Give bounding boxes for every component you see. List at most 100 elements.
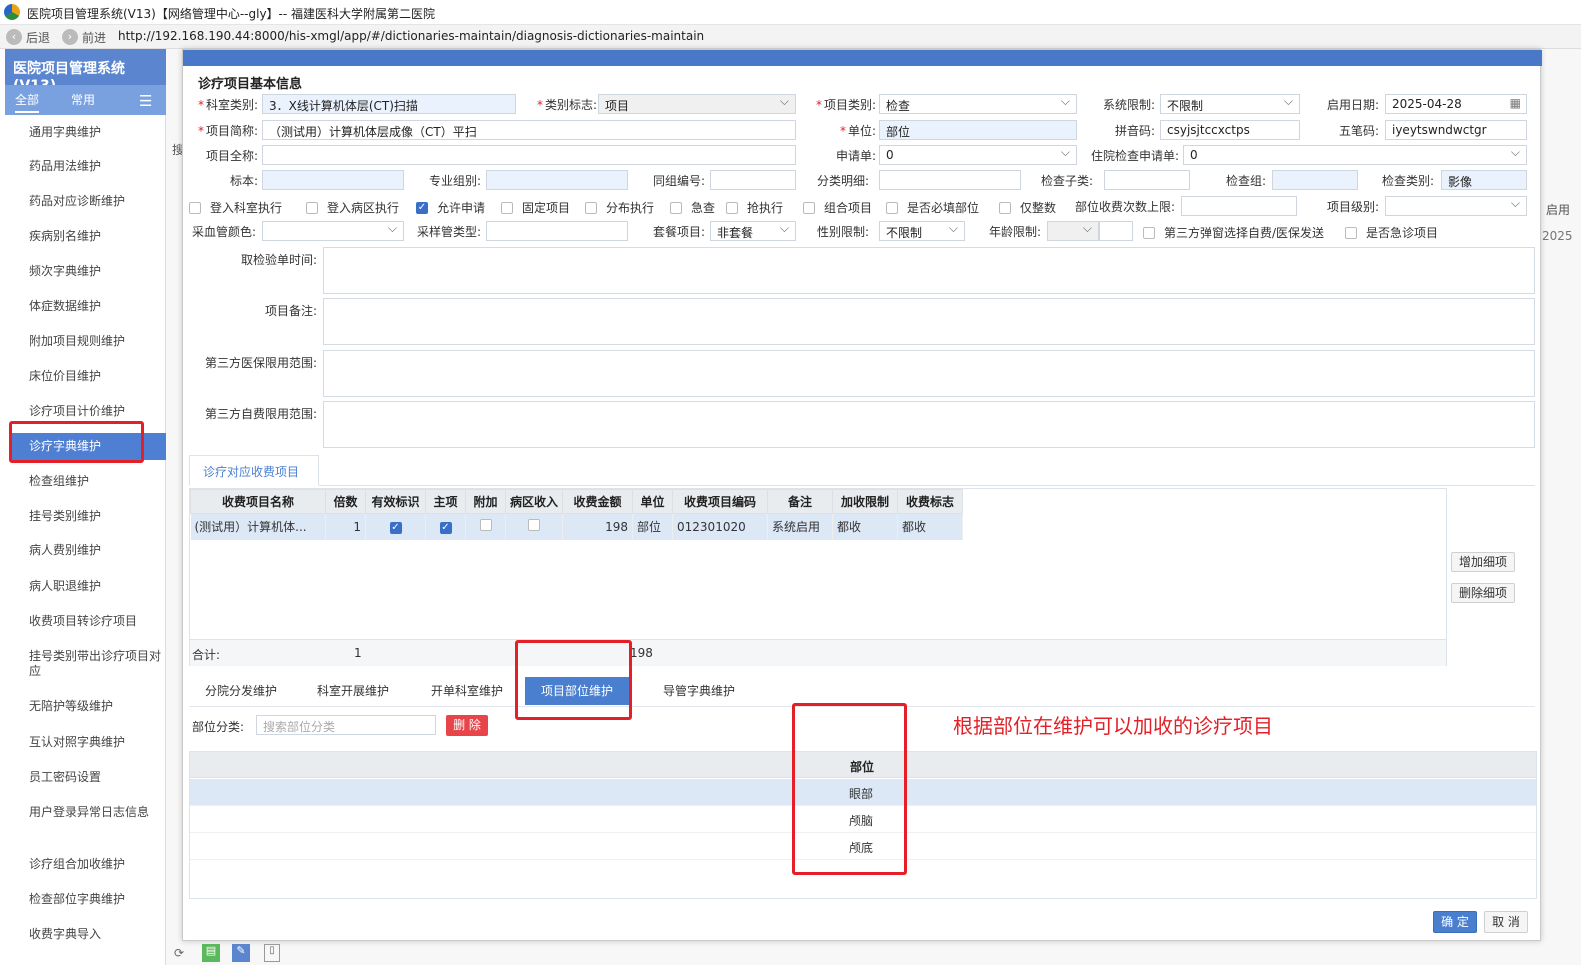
forward-button[interactable]: › 前进 [62,28,106,46]
full-name-input[interactable] [262,145,796,165]
checkbox-icon[interactable] [479,519,492,532]
sidebar-item[interactable]: 检查部位字典维护 [5,886,166,913]
sidebar-item[interactable]: 药品用法维护 [5,153,166,180]
gender-limit-select[interactable]: 不限制 [879,221,965,241]
option-checkbox[interactable]: 是否必填部位 [886,199,979,216]
cancel-button[interactable]: 取 消 [1484,911,1528,933]
site-delete-button[interactable]: 删 除 [446,715,488,736]
sidebar-item[interactable]: 挂号类别维护 [5,503,166,530]
short-name-input[interactable]: （测试用）计算机体层成像（CT）平扫 [262,120,796,140]
sub-tab[interactable]: 开单科室维护 [415,677,519,705]
checkbox-icon[interactable]: ✓ [439,522,452,535]
sidebar-tab-frequent[interactable]: 常用 [71,91,95,108]
class-detail-input[interactable] [879,170,1021,190]
sidebar-item[interactable]: 员工密码设置 [5,764,166,791]
edit-icon[interactable]: ✎ [232,944,250,962]
sub-tab[interactable]: 科室开展维护 [301,677,405,705]
fee-column-header[interactable]: 收费项目名称 [190,489,326,514]
option-checkbox[interactable]: 固定项目 [501,199,570,216]
fee-table-row[interactable]: (测试用）计算机体... 1 ✓ ✓ 198 部位 012301020 系统启用 都收 都收 [190,513,964,540]
sample-tube-type-input[interactable] [486,221,628,241]
site-fee-limit-input[interactable] [1181,196,1297,216]
url-field[interactable]: http://192.168.190.44:8000/his-xmgl/app/… [118,29,704,43]
selfpay-scope-textarea[interactable] [323,401,1535,448]
check-group-input[interactable] [1272,170,1358,190]
sidebar-item[interactable]: 药品对应诊断维护 [5,188,166,215]
refresh-icon[interactable]: ⟳ [174,946,184,960]
unit-input[interactable]: 部位 [879,120,1077,140]
fee-column-header[interactable]: 附加 [465,489,506,514]
option-checkbox[interactable]: 抢执行 [726,199,783,216]
same-group-no-input[interactable] [710,170,796,190]
fee-column-header[interactable]: 主项 [425,489,466,514]
sidebar-item[interactable]: 检查组维护 [5,468,166,495]
sidebar-item[interactable]: 收费项目转诊疗项目 [5,608,166,635]
checkbox-icon[interactable]: ✓ [389,522,402,535]
confirm-button[interactable]: 确 定 [1433,911,1477,933]
sidebar-item[interactable]: 体症数据维护 [5,293,166,320]
option-checkbox[interactable]: 组合项目 [803,199,872,216]
remark-textarea[interactable] [323,298,1535,345]
pinyin-input[interactable]: csyjsjtccxctps [1160,120,1300,140]
tube-color-select[interactable] [262,221,404,241]
fee-column-header[interactable]: 有效标识 [365,489,426,514]
pickup-time-textarea[interactable] [323,247,1535,294]
specimen-input[interactable] [262,170,404,190]
fee-column-header[interactable]: 收费金额 [562,489,634,514]
sidebar-item[interactable]: 无陪护等级维护 [5,693,166,720]
sidebar-item[interactable]: 通用字典维护 [5,119,166,146]
category-flag-select[interactable]: 项目 [598,94,796,114]
fee-column-header[interactable]: 倍数 [325,489,366,514]
age-limit-input[interactable] [1099,221,1133,241]
back-button[interactable]: ‹ 后退 [6,28,50,46]
calendar-icon[interactable]: ▦ [1510,96,1521,110]
option-checkbox[interactable]: 仅整数 [999,199,1056,216]
option-checkbox[interactable]: 分布执行 [585,199,654,216]
fee-column-header[interactable]: 收费项目编码 [672,489,769,514]
fee-column-header[interactable]: 病区收入 [504,489,564,514]
option-checkbox[interactable]: 登入病区执行 [306,199,399,216]
option-checkbox[interactable]: ✓ 允许申请 [416,199,485,216]
sidebar-item[interactable]: 疾病别名维护 [5,223,166,250]
sidebar-item[interactable]: 诊疗组合加收维护 [5,851,166,878]
option-checkbox[interactable]: 急查 [670,199,715,216]
sidebar-item[interactable]: 互认对照字典维护 [5,729,166,756]
site-filter-input[interactable]: 搜索部位分类 [256,715,436,735]
add-detail-button[interactable]: 增加细项 [1451,552,1515,572]
checkbox-icon[interactable] [528,519,540,532]
insurance-scope-textarea[interactable] [323,350,1535,397]
inpatient-request-select[interactable]: 0 [1183,145,1527,165]
age-limit-select[interactable] [1047,221,1099,241]
check-subclass-input[interactable] [1104,170,1190,190]
sub-tab[interactable]: 分院分发维护 [189,677,293,705]
dept-category-input[interactable]: 3．X线计算机体层(CT)扫描 [262,94,516,114]
delete-detail-button[interactable]: 删除细项 [1451,583,1515,603]
wubi-input[interactable]: iyeytswndwctgr [1385,120,1527,140]
document-icon[interactable]: ▯ [264,944,280,962]
sidebar-item[interactable]: 收费字典导入 [5,921,166,948]
sidebar-item[interactable]: 病人职退维护 [5,573,166,600]
menu-toggle-icon[interactable]: ☰ [139,92,152,110]
sidebar-item[interactable]: 用户登录异常日志信息 [5,799,166,826]
tab-fee-items[interactable]: 诊疗对应收费项目 [189,455,319,486]
fee-column-header[interactable]: 收费标志 [897,489,964,514]
item-level-select[interactable] [1385,196,1527,216]
fee-column-header[interactable]: 加收限制 [832,489,899,514]
fee-column-header[interactable]: 备注 [767,489,834,514]
specialty-group-input[interactable] [486,170,628,190]
sidebar-item[interactable]: 床位价目维护 [5,363,166,390]
sidebar-tab-all[interactable]: 全部 [15,91,40,113]
sidebar-item[interactable]: 附加项目规则维护 [5,328,166,355]
sub-tab[interactable]: 导管字典维护 [647,677,751,705]
sidebar-item[interactable]: 挂号类别带出诊疗项目对应 [5,643,166,685]
is-emergency-checkbox[interactable]: 是否急诊项目 [1345,224,1438,241]
sidebar-item[interactable]: 频次字典维护 [5,258,166,285]
fee-column-header[interactable]: 单位 [632,489,674,514]
package-item-select[interactable]: 非套餐 [710,221,796,241]
enable-date-input[interactable]: 2025-04-28 ▦ [1385,94,1527,114]
third-party-popup-checkbox[interactable]: 第三方弹窗选择自费/医保发送 [1143,224,1324,241]
sidebar-item[interactable]: 病人费别维护 [5,537,166,564]
check-category-input[interactable]: 影像 [1441,170,1527,190]
system-limit-select[interactable]: 不限制 [1160,94,1300,114]
excel-icon[interactable]: ▤ [202,944,220,962]
